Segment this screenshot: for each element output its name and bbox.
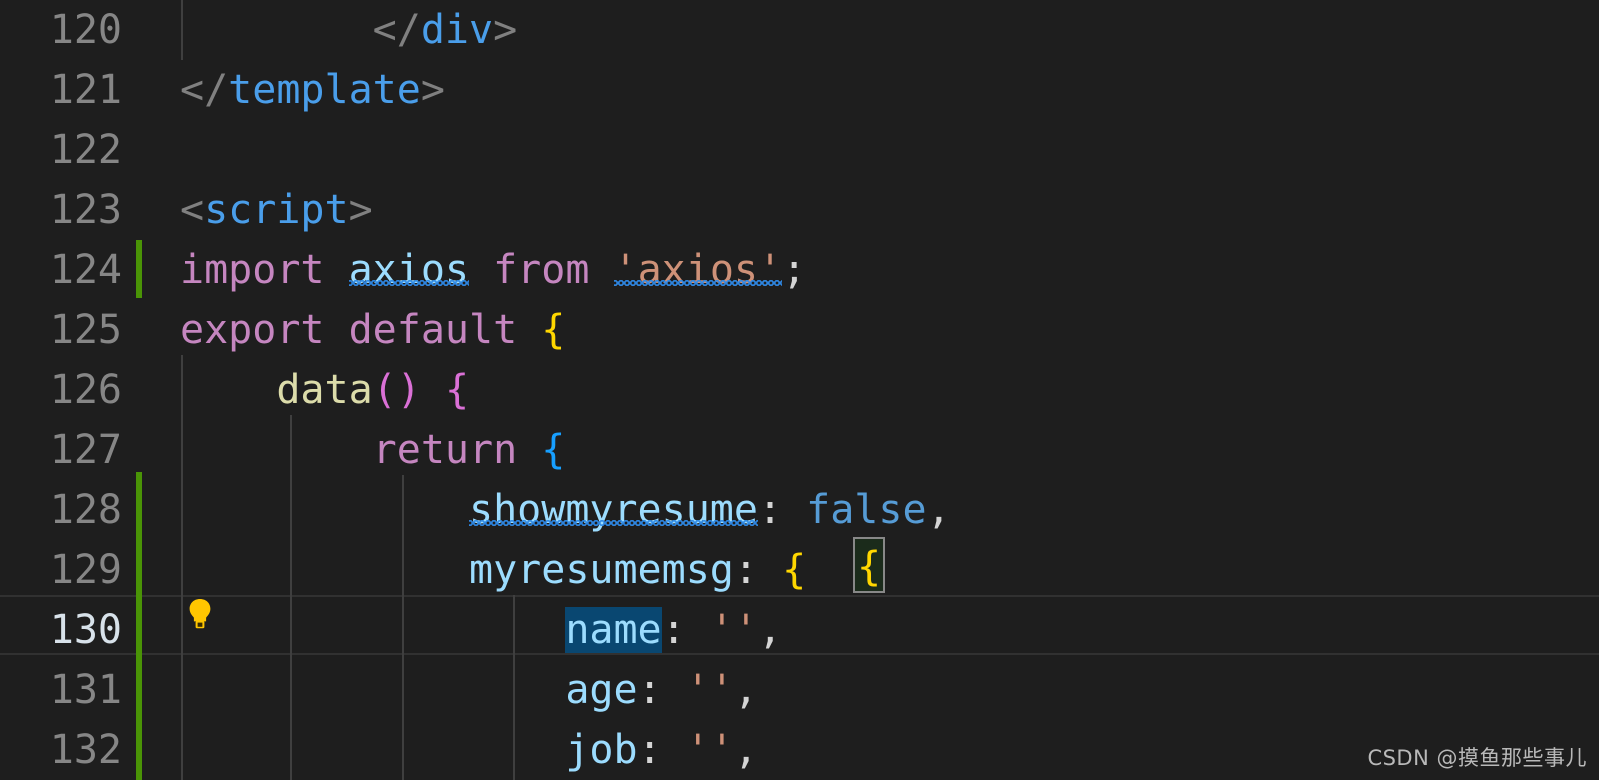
- editor-line[interactable]: 130 name: '',: [0, 600, 1599, 660]
- code-line-text[interactable]: import axios from 'axios';: [180, 240, 806, 300]
- editor-line[interactable]: 129 myresumemsg: {: [0, 540, 1599, 600]
- code-token: ;: [782, 247, 807, 293]
- code-token: import: [180, 247, 349, 293]
- lightbulb-icon[interactable]: [187, 598, 213, 630]
- code-token: from: [469, 247, 614, 293]
- editor-lines[interactable]: 120 </div> 121 </template> 122 123 <script> 12…: [0, 0, 1599, 780]
- code-token: >: [348, 187, 373, 233]
- code-line-text[interactable]: showmyresume: false,: [180, 480, 951, 540]
- code-token: 'axios': [613, 247, 783, 293]
- code-token: :: [661, 607, 710, 653]
- code-token: {: [782, 547, 807, 593]
- line-number[interactable]: 124: [0, 240, 122, 300]
- line-number[interactable]: 130: [0, 600, 122, 660]
- code-line-text[interactable]: return {: [180, 420, 566, 480]
- code-token: {: [541, 307, 566, 353]
- line-number[interactable]: 125: [0, 300, 122, 360]
- code-token: :: [757, 487, 807, 533]
- code-token: job: [565, 727, 638, 773]
- code-token: ,: [733, 667, 758, 713]
- code-line-text[interactable]: data() {: [180, 360, 469, 420]
- code-token: ,: [926, 487, 951, 533]
- editor-line[interactable]: 124 import axios from 'axios';: [0, 240, 1599, 300]
- code-token: </: [180, 67, 229, 113]
- code-token: >: [493, 7, 518, 53]
- code-token: :: [637, 727, 686, 773]
- code-line-text[interactable]: </div>: [180, 0, 518, 60]
- code-line-text[interactable]: export default {: [180, 300, 565, 360]
- editor-line[interactable]: 125 export default {: [0, 300, 1599, 360]
- code-line-text[interactable]: name: '',: [180, 600, 782, 660]
- code-token: return: [372, 427, 518, 473]
- line-number[interactable]: 129: [0, 540, 122, 600]
- code-token: axios: [348, 247, 469, 293]
- code-token: {: [444, 367, 470, 413]
- csdn-watermark: CSDN @摸鱼那些事儿: [1367, 746, 1587, 770]
- line-number[interactable]: 131: [0, 660, 122, 720]
- code-token: '': [685, 667, 734, 713]
- code-token: age: [565, 667, 638, 713]
- line-number[interactable]: 128: [0, 480, 122, 540]
- editor-line[interactable]: 126 data() {: [0, 360, 1599, 420]
- editor-line[interactable]: 121 </template>: [0, 60, 1599, 120]
- code-token: '': [709, 607, 758, 653]
- code-token: ): [396, 367, 421, 413]
- code-line-text[interactable]: </template>: [180, 60, 445, 120]
- code-token: {: [541, 427, 566, 473]
- editor-line[interactable]: 128 showmyresume: false,: [0, 480, 1599, 540]
- code-token: myresumemsg: [468, 547, 734, 593]
- line-number[interactable]: 122: [0, 120, 122, 180]
- line-number[interactable]: 120: [0, 0, 122, 60]
- editor-line[interactable]: 123 <script>: [0, 180, 1599, 240]
- code-token: (: [372, 367, 397, 413]
- code-line-text[interactable]: <script>: [180, 180, 373, 240]
- code-token: <: [180, 187, 205, 233]
- code-line-text[interactable]: myresumemsg: {: [180, 540, 806, 600]
- code-token: false: [806, 487, 927, 533]
- code-editor-screenshot: 120 </div> 121 </template> 122 123 <script> 12…: [0, 0, 1599, 780]
- code-token: :: [733, 547, 783, 593]
- code-token: </: [372, 7, 421, 53]
- code-token: :: [637, 667, 686, 713]
- code-line-text[interactable]: job: '',: [180, 720, 758, 780]
- code-line-text[interactable]: age: '',: [180, 660, 758, 720]
- line-number[interactable]: 127: [0, 420, 122, 480]
- code-token: export default: [180, 307, 542, 353]
- code-token: ,: [733, 727, 758, 773]
- editor-line[interactable]: 120 </div>: [0, 0, 1599, 60]
- code-token: ,: [757, 607, 783, 653]
- code-token: data: [276, 367, 373, 413]
- line-number[interactable]: 123: [0, 180, 122, 240]
- code-token: >: [420, 67, 445, 113]
- code-token: script: [204, 187, 349, 233]
- editor-line[interactable]: 132 job: '',: [0, 720, 1599, 780]
- line-number[interactable]: 121: [0, 60, 122, 120]
- editor-line[interactable]: 131 age: '',: [0, 660, 1599, 720]
- editor-line[interactable]: 122: [0, 120, 1599, 180]
- code-token: showmyresume: [468, 487, 758, 533]
- editor-line[interactable]: 127 return {: [0, 420, 1599, 480]
- code-token: div: [420, 7, 494, 53]
- line-number[interactable]: 132: [0, 720, 122, 780]
- code-token: template: [228, 67, 421, 113]
- code-token: '': [685, 727, 734, 773]
- selected-token: name: [565, 607, 662, 653]
- line-number[interactable]: 126: [0, 360, 122, 420]
